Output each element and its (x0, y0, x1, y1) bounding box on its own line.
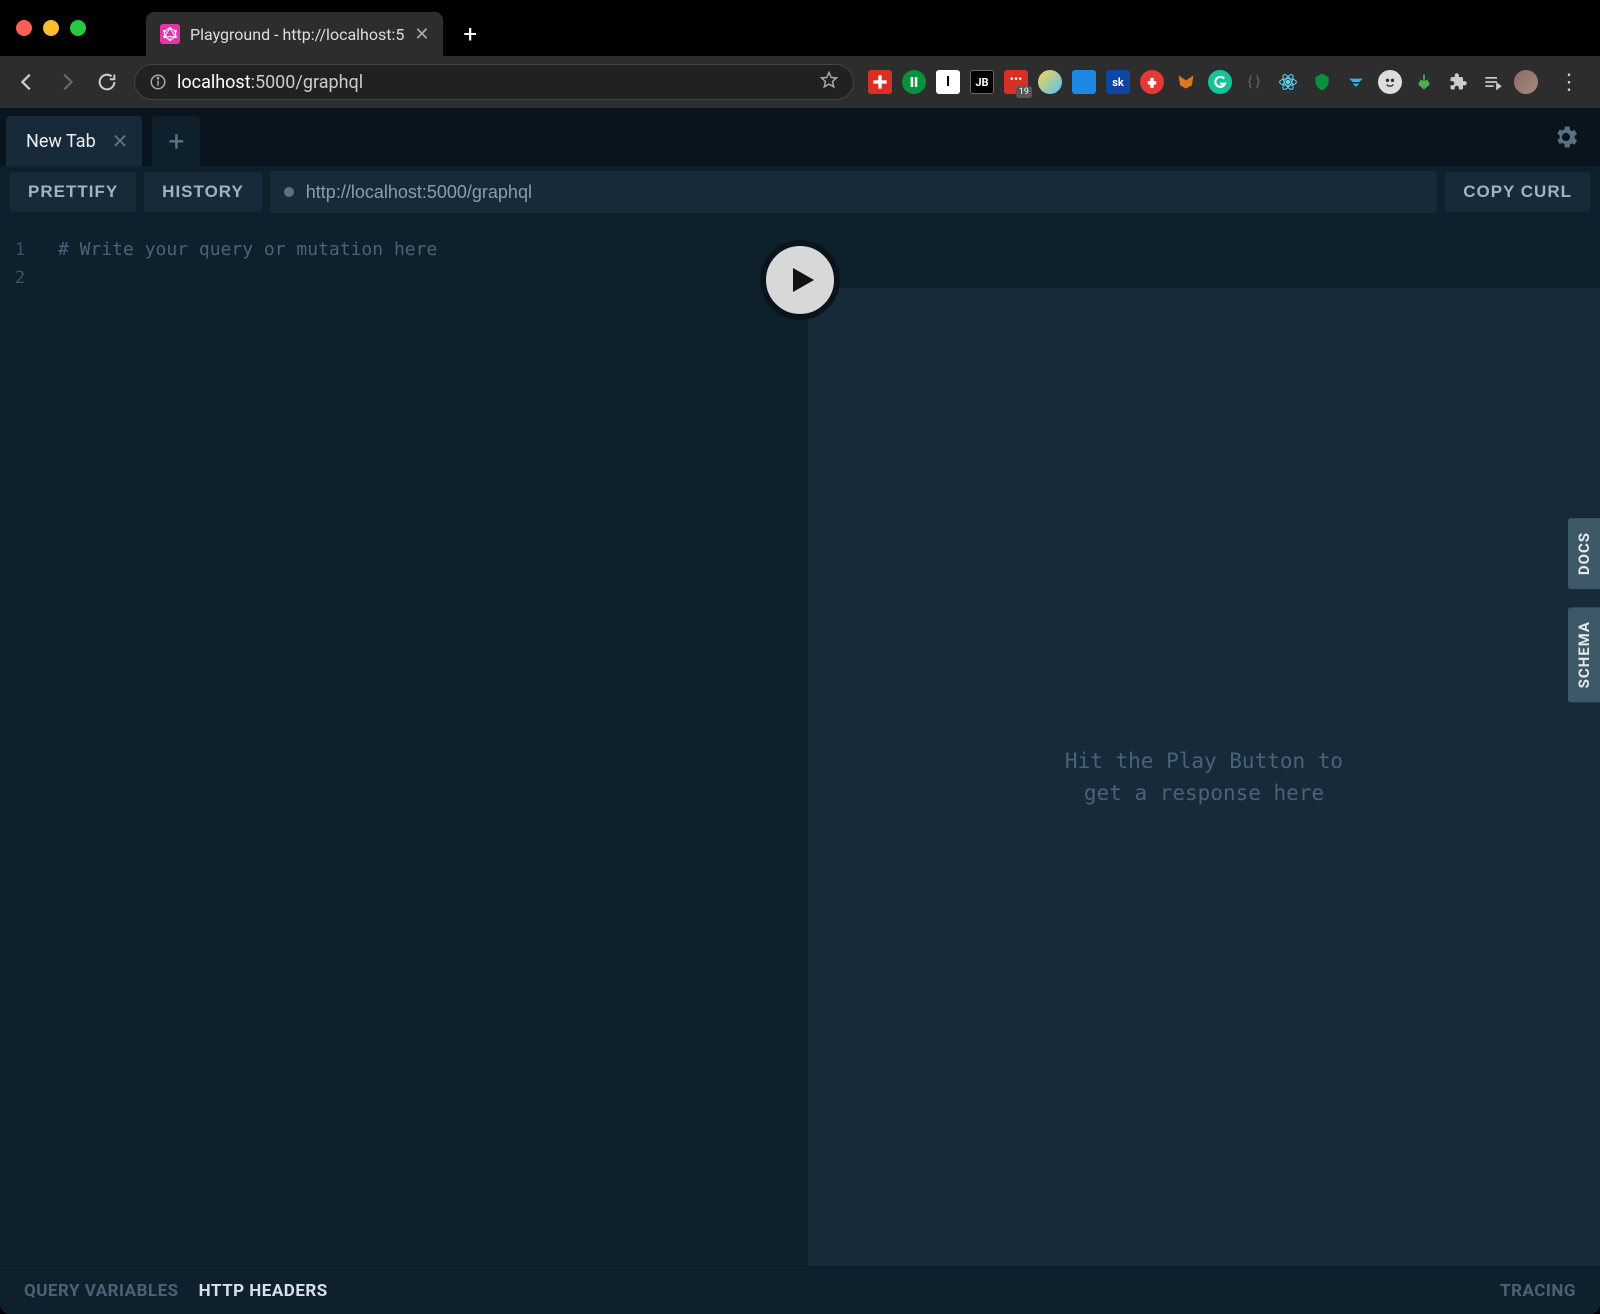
extension-icon[interactable]: 19 (1004, 70, 1028, 94)
main-area: 1 2 # Write your query or mutation here … (0, 218, 1600, 1266)
browser-tab[interactable]: Playground - http://localhost:5 ✕ (146, 12, 443, 56)
extension-icon[interactable] (1344, 70, 1368, 94)
extension-icon[interactable] (1140, 70, 1164, 94)
browser-tab-title: Playground - http://localhost:5 (190, 25, 404, 44)
extension-icon[interactable]: I (936, 70, 960, 94)
plus-icon: + (168, 125, 184, 158)
browser-toolbar: localhost:5000/graphql I JB 19 sk { } (0, 56, 1600, 108)
minimize-window-button[interactable] (43, 20, 59, 36)
line-gutter: 1 2 (0, 236, 40, 292)
bookmark-star-icon[interactable] (819, 70, 839, 94)
response-pane: Hit the Play Button to get a response he… (808, 288, 1600, 1266)
extension-icon[interactable] (1038, 70, 1062, 94)
close-icon[interactable]: ✕ (112, 129, 129, 153)
extension-icon[interactable]: JB (970, 70, 994, 94)
side-tabs: DOCS SCHEMA (1568, 518, 1600, 703)
docs-tab[interactable]: DOCS (1568, 518, 1600, 589)
close-tab-icon[interactable]: ✕ (414, 24, 429, 45)
add-playground-tab-button[interactable]: + (152, 116, 200, 166)
extension-icon[interactable] (868, 70, 892, 94)
metamask-icon[interactable] (1174, 70, 1198, 94)
tracing-tab[interactable]: TRACING (1500, 1281, 1576, 1301)
extension-icon[interactable] (1072, 70, 1096, 94)
profile-avatar-icon[interactable] (1514, 70, 1538, 94)
line-number: 1 (0, 236, 40, 264)
new-browser-tab-button[interactable]: + (463, 20, 477, 48)
editor-content: # Write your query or mutation here (58, 236, 800, 264)
prettify-button[interactable]: PRETTIFY (10, 172, 136, 212)
extension-icon[interactable] (1378, 70, 1402, 94)
graphql-favicon-icon (160, 24, 180, 44)
forward-button[interactable] (54, 69, 80, 95)
window-controls (16, 20, 86, 36)
playground-tabs: New Tab ✕ + (0, 108, 1600, 166)
extension-icons: I JB 19 sk { } (868, 70, 1538, 94)
playground-tab-label: New Tab (26, 131, 96, 152)
settings-button[interactable] (1532, 108, 1600, 166)
extension-icon[interactable] (902, 70, 926, 94)
media-control-icon[interactable] (1480, 70, 1504, 94)
close-window-button[interactable] (16, 20, 32, 36)
maximize-window-button[interactable] (70, 20, 86, 36)
grammarly-icon[interactable] (1208, 70, 1232, 94)
endpoint-status-dot-icon (284, 187, 294, 197)
browser-menu-button[interactable]: ⋮ (1552, 70, 1586, 95)
browser-window: Playground - http://localhost:5 ✕ + loca… (0, 0, 1600, 1314)
query-editor[interactable]: 1 2 # Write your query or mutation here (0, 218, 808, 1266)
url-text: localhost:5000/graphql (177, 72, 809, 93)
reload-button[interactable] (94, 69, 120, 95)
play-icon (784, 262, 820, 298)
extensions-menu-icon[interactable] (1446, 70, 1470, 94)
action-bar: PRETTIFY HISTORY COPY CURL (0, 166, 1600, 218)
extension-badge: 19 (1016, 86, 1032, 98)
line-number: 2 (0, 264, 40, 292)
bottom-bar: QUERY VARIABLES HTTP HEADERS TRACING (0, 1266, 1600, 1314)
playground-tab[interactable]: New Tab ✕ (6, 116, 142, 166)
play-button[interactable] (760, 240, 840, 320)
response-placeholder: Hit the Play Button to get a response he… (1065, 745, 1343, 809)
query-variables-tab[interactable]: QUERY VARIABLES (24, 1281, 179, 1301)
gear-icon (1552, 123, 1580, 151)
history-button[interactable]: HISTORY (144, 172, 262, 212)
graphql-playground: New Tab ✕ + PRETTIFY HISTORY COPY CURL (0, 108, 1600, 1314)
site-info-icon[interactable] (149, 73, 167, 91)
schema-tab[interactable]: SCHEMA (1568, 607, 1600, 702)
titlebar: Playground - http://localhost:5 ✕ + (0, 0, 1600, 56)
extension-icon[interactable] (1310, 70, 1334, 94)
extension-icon[interactable]: sk (1106, 70, 1130, 94)
address-bar[interactable]: localhost:5000/graphql (134, 64, 854, 100)
react-devtools-icon[interactable] (1276, 70, 1300, 94)
extension-icon[interactable]: { } (1242, 70, 1266, 94)
back-button[interactable] (14, 69, 40, 95)
endpoint-input-wrap[interactable] (270, 171, 1437, 213)
endpoint-input[interactable] (306, 182, 1423, 203)
http-headers-tab[interactable]: HTTP HEADERS (199, 1281, 328, 1301)
extension-icon[interactable] (1412, 70, 1436, 94)
copy-curl-button[interactable]: COPY CURL (1445, 172, 1590, 212)
